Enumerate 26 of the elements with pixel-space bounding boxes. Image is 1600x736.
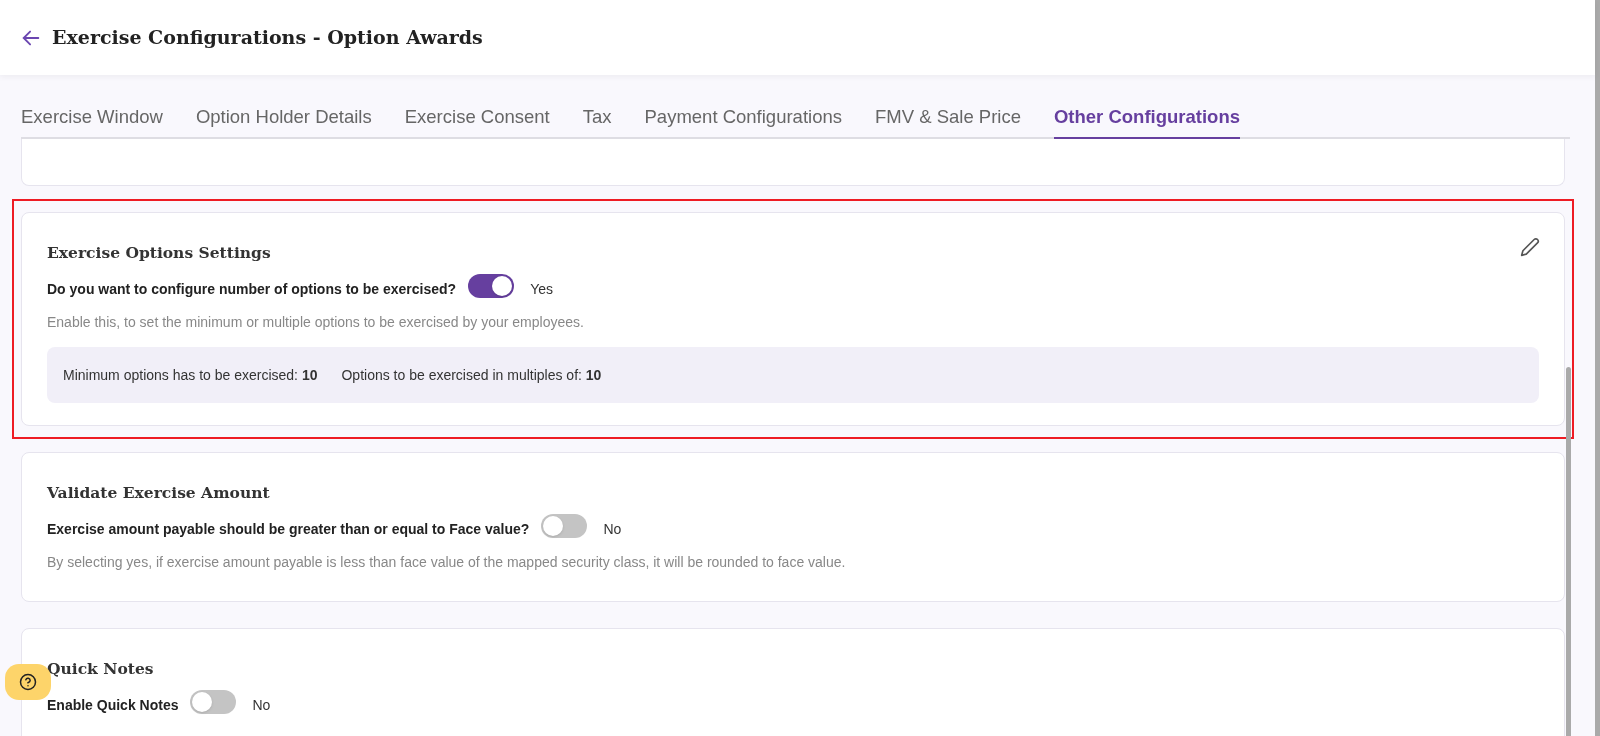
card-title: Validate Exercise Amount [47, 482, 270, 504]
value-text: Options to be exercised in multiples of: 10 [341, 365, 602, 385]
question-label: Do you want to configure number of options to be exercised? [47, 280, 457, 299]
value-text: Minimum options has to be exercised: 10 [63, 365, 318, 385]
tab[interactable]: Payment Configurations [644, 103, 842, 139]
toggle-switch[interactable] [468, 274, 515, 298]
tab[interactable]: Exercise Consent [404, 103, 550, 139]
help-icon [19, 672, 37, 691]
page-title: Exercise Configurations - Option Awards [52, 25, 483, 51]
tab[interactable]: FMV & Sale Price [874, 103, 1021, 139]
toggle-value: Yes [530, 280, 553, 299]
description-text: Enable this, to set the minimum or multiple options to be exercised by your employees. [47, 313, 585, 332]
question-label: Enable Quick Notes [47, 696, 179, 716]
tab[interactable]: Option Holder Details [195, 103, 372, 139]
question-label: Exercise amount payable should be greater than or equal to Face value? [47, 520, 530, 540]
description-text: By selecting yes, if exercise amount payable is less than face value of the mapped security class, it will be rounded to face value. [47, 553, 847, 573]
toggle-value: No [252, 696, 271, 716]
tab[interactable]: Tax [582, 103, 612, 139]
scrollbar[interactable] [1566, 366, 1571, 736]
toggle-switch[interactable] [190, 690, 237, 715]
toggle-value: No [603, 520, 622, 540]
toggle-switch[interactable] [541, 514, 588, 539]
edit-icon[interactable] [1520, 236, 1540, 257]
tab[interactable]: Exercise Window [21, 103, 163, 139]
card-title: Exercise Options Settings [47, 241, 271, 264]
card-title: Quick Notes [47, 658, 154, 680]
